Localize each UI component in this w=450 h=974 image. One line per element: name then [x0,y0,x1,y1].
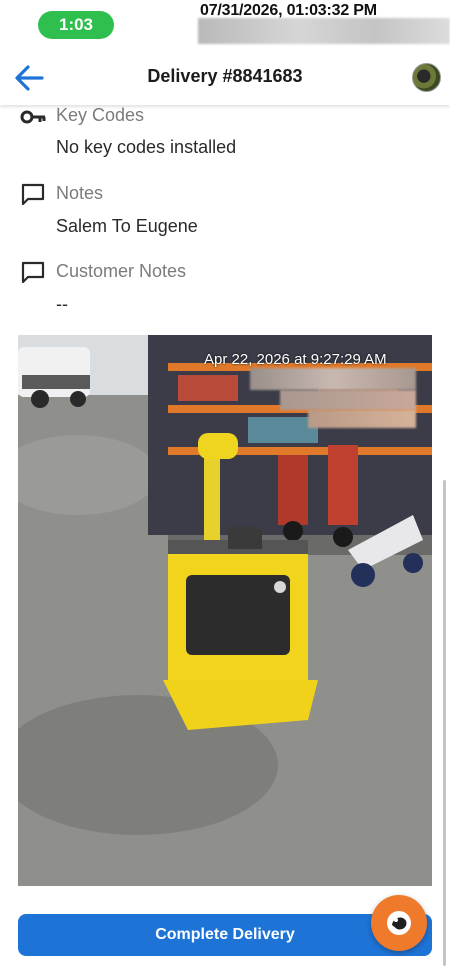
redacted-region [280,390,416,410]
status-bar: 1:03 07/31/2026, 01:03:32 PM [0,0,450,50]
customer-notes-label: Customer Notes [56,261,187,281]
redacted-region [308,410,416,428]
chat-support-button[interactable] [371,895,427,951]
customer-notes-value: -- [56,294,68,314]
redacted-region [250,368,416,390]
key-icon [20,110,46,124]
comment-icon [21,183,45,205]
status-time: 1:03 [38,11,114,39]
key-codes-label: Key Codes [56,105,145,125]
scrollbar[interactable] [443,480,446,966]
page-title: Delivery #8841683 [147,66,303,86]
notes-label: Notes [56,183,104,203]
app-header: Delivery #8841683 [0,50,450,105]
delivery-photo[interactable]: Apr 22, 2026 at 9:27:29 AM [18,335,432,886]
complete-delivery-button[interactable]: Complete Delivery [18,914,432,956]
notes-value: Salem To Eugene [56,216,198,236]
photo-timestamp: Apr 22, 2026 at 9:27:29 AM [204,351,387,368]
redacted-region [198,18,450,44]
chat-support-icon [387,911,411,935]
screenshot-timestamp: 07/31/2026, 01:03:32 PM [200,2,377,19]
key-codes-value: No key codes installed [56,137,237,157]
user-avatar-icon[interactable] [412,63,441,92]
comment-icon [21,261,45,283]
